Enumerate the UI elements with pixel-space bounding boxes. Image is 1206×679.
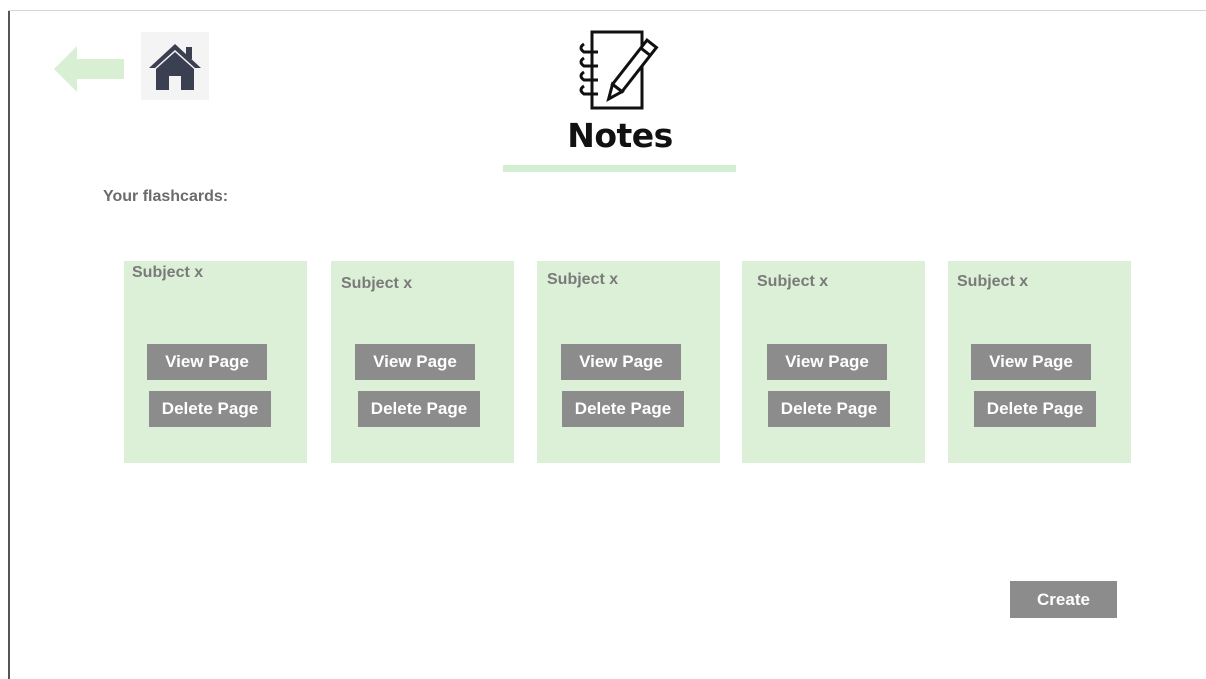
flashcard-card: Subject x View Page Delete Page xyxy=(948,261,1131,463)
notes-logo xyxy=(570,28,674,118)
notebook-pencil-icon xyxy=(579,30,659,110)
home-button[interactable] xyxy=(141,32,209,100)
arrow-left-icon xyxy=(54,46,124,92)
view-page-button[interactable]: View Page xyxy=(561,344,681,380)
page-title: Notes xyxy=(567,116,673,155)
card-title: Subject x xyxy=(957,273,1029,290)
view-page-button[interactable]: View Page xyxy=(767,344,887,380)
card-title: Subject x xyxy=(341,275,413,292)
delete-page-button[interactable]: Delete Page xyxy=(768,391,890,427)
view-page-button[interactable]: View Page xyxy=(971,344,1091,380)
home-icon xyxy=(149,44,201,90)
delete-page-button[interactable]: Delete Page xyxy=(562,391,684,427)
view-page-button[interactable]: View Page xyxy=(147,344,267,380)
window-border-left xyxy=(8,10,10,679)
delete-page-button[interactable]: Delete Page xyxy=(358,391,480,427)
flashcard-card: Subject x View Page Delete Page xyxy=(124,261,307,463)
back-button[interactable] xyxy=(54,46,124,92)
flashcard-card: Subject x View Page Delete Page xyxy=(742,261,925,463)
title-underline xyxy=(503,165,736,172)
flashcard-card: Subject x View Page Delete Page xyxy=(537,261,720,463)
view-page-button[interactable]: View Page xyxy=(355,344,475,380)
card-title: Subject x xyxy=(132,264,204,281)
window-border-top xyxy=(8,10,1206,11)
card-title: Subject x xyxy=(757,273,829,290)
flashcard-card: Subject x View Page Delete Page xyxy=(331,261,514,463)
card-title: Subject x xyxy=(547,271,619,288)
delete-page-button[interactable]: Delete Page xyxy=(149,391,271,427)
create-button[interactable]: Create xyxy=(1010,581,1117,618)
delete-page-button[interactable]: Delete Page xyxy=(974,391,1096,427)
section-label: Your flashcards: xyxy=(103,188,229,205)
